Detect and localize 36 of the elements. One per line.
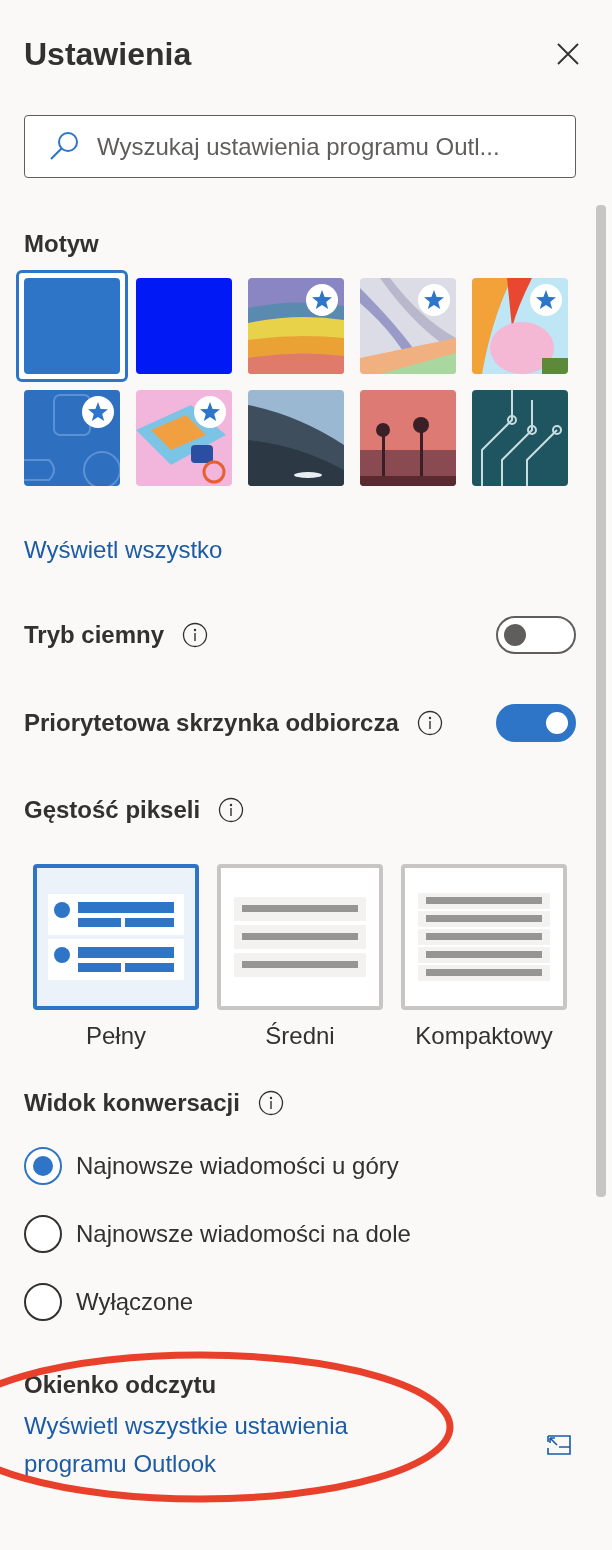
section-heading: Okienko odczytu	[24, 1370, 218, 1400]
density-option[interactable]	[401, 864, 567, 1010]
density-option[interactable]	[33, 864, 199, 1010]
panel-title: Ustawienia	[24, 35, 192, 74]
toggle-switch[interactable]	[496, 616, 576, 654]
info-icon	[218, 797, 245, 823]
radio-button[interactable]	[24, 1147, 62, 1185]
toggle-label: Priorytetowa skrzynka odbiorcza	[24, 708, 399, 738]
radio-label: Najnowsze wiadomości na dole	[76, 1219, 411, 1249]
density-label: Pełny	[85, 1021, 146, 1051]
section-heading: Motyw	[24, 229, 100, 259]
toggle-switch[interactable]	[496, 704, 576, 742]
density-preview-icon	[234, 897, 366, 977]
info-icon	[416, 710, 443, 736]
density-option[interactable]	[217, 864, 383, 1010]
view-all-link[interactable]: Wyświetl wszystko	[24, 532, 223, 568]
info-icon	[182, 622, 209, 648]
density-preview-icon	[418, 893, 550, 981]
section-heading: Gęstość pikseli	[24, 795, 201, 825]
scrollbar-thumb[interactable]	[596, 205, 606, 1197]
close-icon	[556, 42, 580, 66]
radio-button[interactable]	[24, 1215, 62, 1253]
search-icon	[48, 130, 80, 162]
all-settings-link[interactable]: Wyświetl wszystkie ustawienia programu Outlook	[24, 1407, 424, 1483]
density-preview-icon	[48, 894, 184, 980]
theme-tile[interactable]	[16, 270, 128, 382]
section-heading: Widok konwersacji	[24, 1088, 240, 1118]
toggle-label: Tryb ciemny	[24, 620, 165, 650]
density-label: Kompaktowy	[415, 1021, 553, 1051]
density-label: Średni	[265, 1021, 335, 1051]
search-field[interactable]: Wyszukaj ustawienia programu Outl...	[24, 115, 576, 178]
radio-label: Najnowsze wiadomości u góry	[76, 1151, 399, 1181]
radio-label: Wyłączone	[76, 1287, 194, 1317]
radio-button[interactable]	[24, 1283, 62, 1321]
info-icon	[257, 1090, 284, 1116]
expand-icon[interactable]	[547, 1435, 571, 1455]
